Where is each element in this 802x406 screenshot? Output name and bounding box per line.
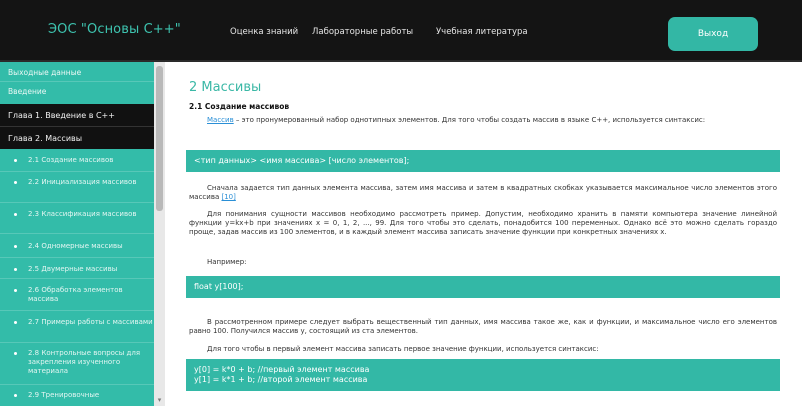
reference-link[interactable]: [10] [221,193,235,201]
paragraph-text: В рассмотренном примере следует выбрать … [189,318,777,335]
paragraph-assign-intro: Для того чтобы в первый элемент массива … [189,345,777,354]
sidebar-item-chapter-2[interactable]: Глава 2. Массивы [0,126,154,149]
nav-link-literature[interactable]: Учебная литература [436,27,528,37]
paragraph-example-intro: Для понимания сущности массивов необходи… [189,210,777,237]
sidebar-item-2-5[interactable]: 2.5 Двумерные массивы [0,265,154,277]
site-brand[interactable]: ЭОС "Основы С++" [48,22,181,37]
sidebar-item-2-6[interactable]: 2.6 Обработка элементов массива [0,286,154,308]
paragraph-text: – это пронумерованный набор однотипных э… [233,116,706,124]
paragraph-example-result: В рассмотренном примере следует выбрать … [189,318,777,336]
sidebar-item-2-2[interactable]: 2.2 Инициализация массивов [0,178,154,200]
paragraph-text: Например: [207,258,247,266]
sidebar-item-2-8[interactable]: 2.8 Контрольные вопросы для закрепления … [0,349,154,381]
code-line-2: y[1] = k*1 + b; //второй элемент массива [194,375,368,384]
sidebar-item-2-9[interactable]: 2.9 Тренировочные [0,391,154,403]
paragraph-text: Для понимания сущности массивов необходи… [189,210,777,236]
code-block-float-array: float y[100]; [186,276,780,298]
top-header: ЭОС "Основы С++" Оценка знаний Лаборатор… [0,0,802,62]
paragraph-for-example: Например: [189,258,777,267]
sidebar-item-output-data[interactable]: Выходные данные [0,66,154,78]
nav-link-lab-works[interactable]: Лабораторные работы [312,27,413,37]
sidebar-divider [0,278,154,279]
sidebar-divider [0,384,154,385]
sidebar-item-2-3[interactable]: 2.3 Классификация массивов [0,210,154,232]
term-link-array[interactable]: Массив [207,116,234,124]
paragraph-text: Для того чтобы в первый элемент массива … [207,345,599,353]
sidebar-divider [0,257,154,258]
paragraph-text: Сначала задается тип данных элемента мас… [189,184,777,201]
code-block-assignment: y[0] = k*0 + b; //первый элемент массива… [186,359,780,391]
page-title: 2 Массивы [189,80,262,95]
sidebar-item-2-4[interactable]: 2.4 Одномерные массивы [0,242,154,254]
paragraph-definition: Массив – это пронумерованный набор однот… [189,116,777,125]
section-heading: 2.1 Создание массивов [189,102,290,111]
sidebar-divider [0,202,154,203]
sidebar-item-introduction[interactable]: Введение [0,85,154,97]
paragraph-explanation: Сначала задается тип данных элемента мас… [189,184,777,202]
sidebar-item-2-7[interactable]: 2.7 Примеры работы с массивами [0,318,154,340]
sidebar-item-2-1[interactable]: 2.1 Создание массивов [0,156,154,168]
sidebar-divider [0,342,154,343]
sidebar-divider [0,171,154,172]
sidebar-nav: Выходные данные Введение Глава 1. Введен… [0,62,154,406]
code-line-1: y[0] = k*0 + b; //первый элемент массива [194,365,370,374]
scrollbar-thumb[interactable] [156,66,163,211]
code-block-syntax: <тип данных> <имя массива> [число элемен… [186,150,780,172]
sidebar-divider [0,233,154,234]
scroll-down-arrow-icon[interactable]: ▾ [156,397,163,404]
sidebar-scrollbar[interactable]: ▾ [154,62,165,406]
sidebar-divider [0,81,154,82]
sidebar-divider [0,310,154,311]
nav-link-assessment[interactable]: Оценка знаний [230,27,298,37]
main-content: 2 Массивы 2.1 Создание массивов Массив –… [172,62,794,406]
sidebar-item-chapter-1[interactable]: Глава 1. Введение в С++ [0,104,154,126]
logout-button[interactable]: Выход [668,17,758,51]
